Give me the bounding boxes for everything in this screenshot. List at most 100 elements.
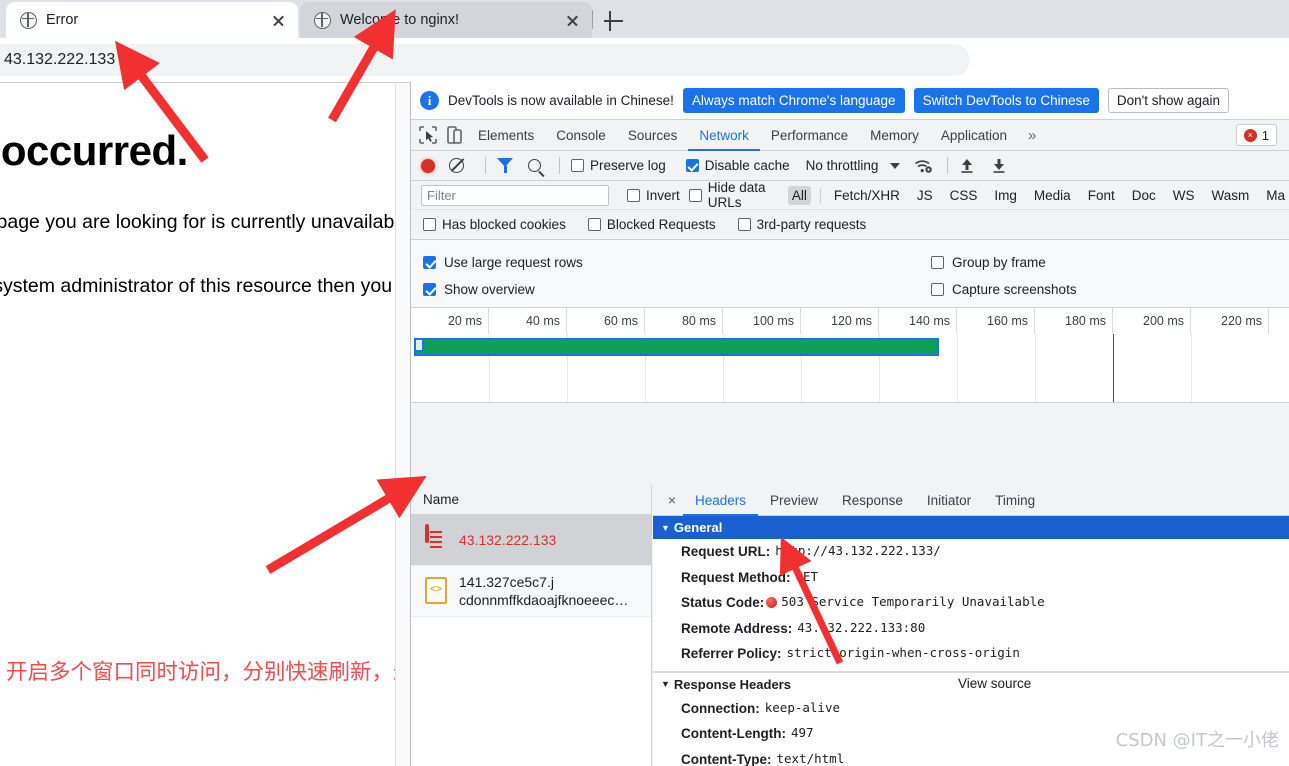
tab-console[interactable]: Console [545,120,617,151]
tab-memory[interactable]: Memory [859,120,930,151]
import-icon[interactable] [959,157,975,174]
checkbox-box[interactable] [931,256,944,269]
close-icon[interactable] [562,10,582,30]
device-toolbar-icon[interactable] [441,122,467,148]
filter-type-font[interactable]: Font [1084,186,1119,205]
request-list-header[interactable]: Name [411,485,651,515]
network-settings-pane: Use large request rows Show overview Gro… [411,240,1289,308]
tab-application[interactable]: Application [930,120,1018,151]
checkbox-box[interactable] [423,218,436,231]
timeline-tick: 220 ms [1191,308,1269,334]
use-large-request-rows-checkbox[interactable]: Use large request rows [423,249,583,276]
blocked-requests-checkbox[interactable]: Blocked Requests [587,217,716,232]
devtools-tab-bar: Elements Console Sources Network Perform… [411,120,1289,151]
request-detail-panel: × Headers Preview Response Initiator Tim… [653,485,1289,766]
invert-checkbox[interactable]: Invert [627,188,680,203]
show-overview-checkbox[interactable]: Show overview [423,276,583,303]
page-scrollbar[interactable] [395,83,410,766]
filter-type-wasm[interactable]: Wasm [1207,186,1253,205]
request-name-cell: 141.327ce5c7.j cdonnmffkdaoajfknoeeec… [459,573,628,609]
csdn-watermark: CSDN @IT之一小佬 [1115,730,1279,751]
tab-elements[interactable]: Elements [467,120,545,151]
show-overview-label: Show overview [444,282,535,297]
toolbar-divider [559,157,560,174]
general-section-header[interactable]: ▼ General [653,516,1289,539]
view-source-link[interactable]: View source [958,676,1031,691]
filter-type-js[interactable]: JS [913,186,937,205]
checkbox-box[interactable] [737,218,751,231]
tab-preview[interactable]: Preview [758,485,830,516]
checkbox-box[interactable] [931,283,944,296]
group-by-frame-checkbox[interactable]: Group by frame [931,249,1077,276]
export-icon[interactable] [991,157,1007,174]
third-party-requests-checkbox[interactable]: 3rd-party requests [737,217,867,232]
filter-type-img[interactable]: Img [990,186,1021,205]
checkbox-box[interactable] [587,218,601,231]
filter-icon[interactable] [497,158,514,173]
tab-sources[interactable]: Sources [617,120,689,151]
tab-performance[interactable]: Performance [760,120,859,151]
checkbox-box[interactable] [571,159,584,172]
header-key: Request URL: [681,544,771,559]
chevron-down-icon[interactable] [890,162,901,169]
timeline-tick: 100 ms [723,308,801,334]
network-toolbar: Preserve log Disable cache No throttling [411,151,1289,181]
network-overview-timeline[interactable]: 20 ms 40 ms 60 ms 80 ms 100 ms 120 ms 14… [411,308,1289,403]
address-bar-input[interactable]: 43.132.222.133 [0,44,970,76]
close-icon[interactable] [268,10,288,30]
clear-icon[interactable] [449,158,464,173]
timeline-gridline [957,334,958,402]
tab-timing[interactable]: Timing [983,485,1047,516]
filter-type-media[interactable]: Media [1030,186,1075,205]
switch-devtools-language-button[interactable]: Switch DevTools to Chinese [913,88,1099,113]
inspect-element-icon[interactable] [415,122,441,148]
timeline-tick: 60 ms [567,308,645,334]
error-count-badge[interactable]: × 1 [1235,124,1277,146]
timeline-selection-handle-left[interactable] [414,338,424,352]
more-tabs-icon[interactable]: » [1018,127,1046,144]
tab-network[interactable]: Network [688,120,760,151]
checkbox-box[interactable] [685,159,699,172]
capture-screenshots-checkbox[interactable]: Capture screenshots [931,276,1077,303]
filter-type-all[interactable]: All [787,185,811,205]
checkbox-box[interactable] [627,188,640,202]
dont-show-again-button[interactable]: Don't show again [1107,88,1230,113]
response-headers-section-header[interactable]: ▼ Response Headers View source [653,671,1289,696]
tab-headers[interactable]: Headers [683,485,758,516]
filter-type-fetch-xhr[interactable]: Fetch/XHR [830,186,904,205]
disable-cache-checkbox[interactable]: Disable cache [685,158,790,173]
filter-input[interactable] [421,184,609,206]
browser-tab-nginx[interactable]: Welcome to nginx! [300,2,592,38]
new-tab-button[interactable] [600,8,626,34]
browser-tab-error[interactable]: Error [6,2,298,38]
close-icon[interactable]: × [661,492,683,508]
globe-icon [314,11,331,29]
toolbar-divider [485,157,486,174]
has-blocked-cookies-checkbox[interactable]: Has blocked cookies [423,217,566,232]
document-icon [425,524,448,554]
checkbox-box[interactable] [423,283,436,296]
globe-icon [20,11,37,29]
tab-response[interactable]: Response [830,485,915,516]
third-party-requests-label: 3rd-party requests [756,217,867,232]
filter-type-ws[interactable]: WS [1169,186,1199,205]
filter-type-manifest[interactable]: Ma [1262,186,1289,205]
filter-type-doc[interactable]: Doc [1128,186,1160,205]
tab-separator [592,10,593,29]
script-icon: <> [425,577,448,605]
checkbox-box[interactable] [688,188,702,202]
always-match-language-button[interactable]: Always match Chrome's language [682,88,905,113]
throttling-select[interactable]: No throttling [806,158,879,173]
hide-data-urls-checkbox[interactable]: Hide data URLs [688,180,779,210]
network-conditions-icon[interactable] [914,158,933,174]
request-subname: cdonnmffkdaoajfknoeeec… [459,592,629,608]
table-row[interactable]: 43.132.222.133 [411,515,651,566]
table-row[interactable]: <> 141.327ce5c7.j cdonnmffkdaoajfknoeeec… [411,566,651,617]
record-icon[interactable] [421,158,435,173]
tab-initiator[interactable]: Initiator [915,485,983,516]
filter-type-css[interactable]: CSS [946,186,982,205]
checkbox-box[interactable] [423,256,436,269]
search-icon[interactable] [528,159,541,172]
timeline-tick: 160 ms [957,308,1035,334]
preserve-log-checkbox[interactable]: Preserve log [571,158,666,173]
